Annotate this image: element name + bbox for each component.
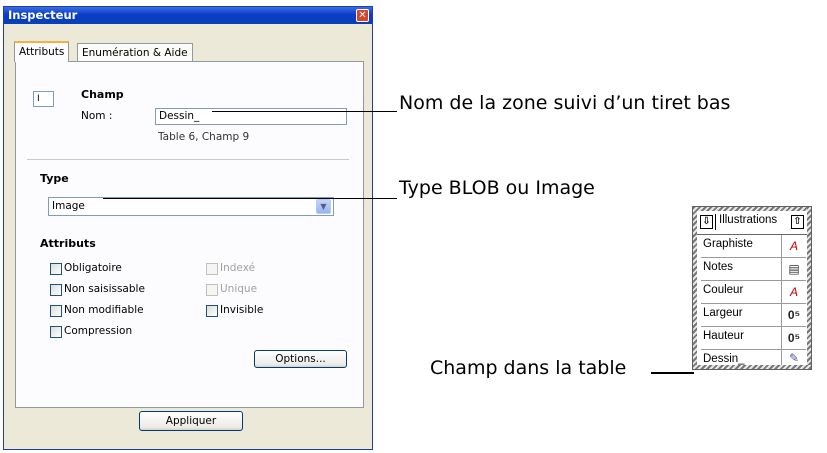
callout-line-type [103, 198, 397, 199]
cell-divider [781, 350, 782, 365]
invisible-checkbox[interactable] [206, 305, 218, 317]
type-selected-value: Image [52, 200, 85, 212]
cell-divider [781, 258, 782, 280]
divider [27, 159, 349, 160]
non-modifiable-label: Non modifiable [64, 304, 144, 316]
cell-divider [781, 281, 782, 303]
picture-field-icon: ✎ [788, 351, 800, 365]
callout-line-name [212, 111, 397, 112]
close-button[interactable]: ✕ [356, 9, 369, 22]
obligatoire-label: Obligatoire [64, 262, 122, 274]
non-saisissable-label: Non saisissable [64, 283, 145, 295]
field-location: Table 6, Champ 9 [158, 131, 250, 143]
cell-divider [781, 304, 782, 326]
callout-type: Type BLOB ou Image [399, 177, 595, 199]
callout-field: Champ dans la table [430, 357, 627, 379]
apply-button[interactable]: Appliquer [139, 411, 243, 431]
field-name: Couleur [703, 284, 744, 296]
field-number-input[interactable]: I [33, 91, 54, 107]
field-name: Largeur [703, 307, 743, 319]
list-item[interactable]: Notes ▤ [701, 258, 806, 281]
text-block-icon: ▤ [788, 262, 800, 276]
header-divider [715, 214, 716, 230]
non-saisissable-checkbox[interactable] [50, 284, 62, 296]
list-item[interactable]: Graphiste A [701, 235, 806, 258]
compression-checkbox[interactable] [50, 326, 62, 338]
table-border [693, 207, 697, 369]
table-border [807, 207, 811, 369]
callout-line-field [651, 372, 694, 374]
text-field-icon: A [789, 285, 798, 299]
type-select[interactable]: Image ▼ [48, 197, 334, 216]
name-label: Nom : [81, 110, 113, 122]
table-title: Illustrations [719, 214, 778, 226]
field-name: Notes [703, 261, 734, 273]
callout-name: Nom de la zone suivi d’un tiret bas [399, 92, 731, 114]
tab-label: Attributs [19, 46, 65, 58]
indexe-checkbox [206, 263, 218, 275]
chevron-down-icon[interactable]: ▼ [316, 199, 331, 214]
table-widget[interactable]: ⇩ Illustrations ⇧ Graphiste A Notes ▤ Co… [692, 206, 812, 370]
text-field-icon: A [789, 239, 798, 253]
tab-panel: I Champ Nom : Dessin_ Table 6, Champ 9 T… [15, 61, 364, 408]
champ-heading: Champ [81, 88, 124, 101]
obligatoire-checkbox[interactable] [50, 263, 62, 275]
field-name: Hauteur [703, 330, 744, 342]
numeric-field-icon: 0⁵ [787, 331, 801, 345]
unique-label: Unique [220, 283, 258, 295]
compression-label: Compression [64, 325, 133, 337]
tab-attributs[interactable]: Attributs [14, 41, 70, 62]
list-item[interactable]: Couleur A [701, 281, 806, 304]
numeric-field-icon: 0⁵ [787, 308, 801, 322]
type-heading: Type [40, 172, 69, 185]
close-icon: ✕ [358, 10, 367, 21]
list-item[interactable]: Dessin_ ✎ [701, 350, 806, 365]
tab-enumeration-aide[interactable]: Enumération & Aide [77, 43, 193, 61]
invisible-label: Invisible [220, 304, 264, 316]
title-bar[interactable]: Inspecteur ✕ [4, 7, 372, 24]
indexe-label: Indexé [220, 262, 256, 274]
cell-divider [781, 235, 782, 257]
inspector-window: Inspecteur ✕ Attributs Enumération & Aid… [3, 6, 373, 450]
options-button[interactable]: Options... [254, 350, 347, 368]
tab-label: Enumération & Aide [82, 47, 188, 59]
field-name: Dessin_ [703, 353, 745, 365]
cell-divider [781, 327, 782, 349]
non-modifiable-checkbox[interactable] [50, 305, 62, 317]
field-name: Graphiste [703, 238, 753, 250]
list-item[interactable]: Largeur 0⁵ [701, 304, 806, 327]
list-item[interactable]: Hauteur 0⁵ [701, 327, 806, 350]
attributes-heading: Attributs [40, 237, 96, 250]
arrow-up-icon[interactable]: ⇧ [791, 215, 804, 229]
window-title: Inspecteur [8, 8, 78, 22]
unique-checkbox [206, 284, 218, 296]
table-border [693, 207, 811, 211]
arrow-down-icon[interactable]: ⇩ [700, 215, 713, 229]
